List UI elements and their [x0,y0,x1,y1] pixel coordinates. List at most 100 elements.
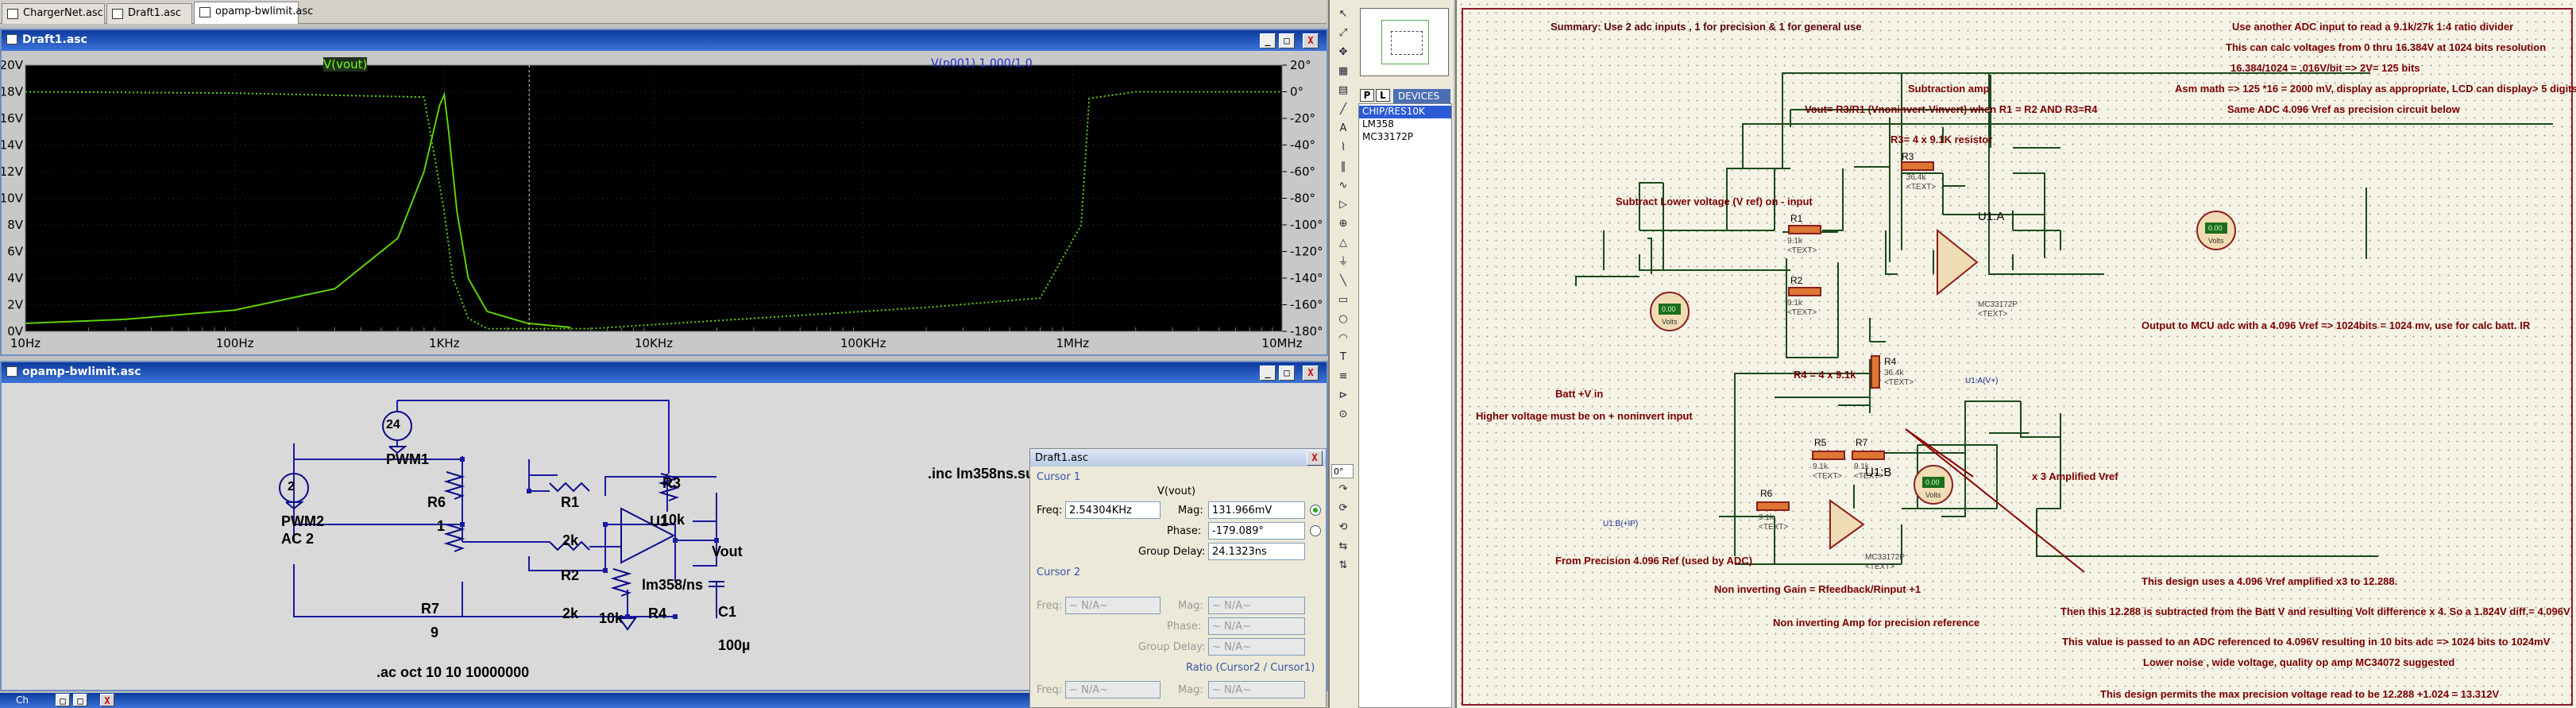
mag-field[interactable]: 131.966mV [1208,501,1305,519]
r6-label[interactable]: R6 [427,494,446,511]
r6-ref[interactable]: R6 [1760,488,1772,499]
noninv-amp-note[interactable]: Non inverting Amp for precision referenc… [1773,617,1979,629]
r5-ref[interactable]: R5 [1814,437,1826,448]
close-button[interactable]: X [1303,33,1319,48]
redo-icon[interactable]: ↷ [1334,482,1352,497]
r4-note[interactable]: R4 = 4 x 9.1k [1794,369,1856,381]
subtraction-eq[interactable]: Vout= R3/R1 (Vnoninvert-Vinvert) when R1… [1805,103,2098,115]
source-icon[interactable]: ⊕ [1334,216,1352,232]
restore-button[interactable]: □ [56,694,70,706]
phase2-field[interactable]: ~ N/A~ [1208,617,1305,635]
probe-icon[interactable]: ⊙ [1334,407,1352,423]
batt-label[interactable]: Batt +V in [1555,388,1603,400]
close-button[interactable]: X [1303,366,1319,381]
u1-label[interactable]: U1 [650,513,668,530]
circle-icon[interactable]: ○ [1334,311,1352,327]
r4-label[interactable]: R4 [648,605,666,622]
ac-directive[interactable]: .ac oct 10 10 10000000 [377,664,529,681]
mag2-field[interactable]: ~ N/A~ [1208,597,1305,614]
r7-label[interactable]: R7 [421,601,439,617]
higher-note[interactable]: Higher voltage must be on + noninvert in… [1476,410,1693,422]
r1-label[interactable]: R1 [561,494,579,511]
pwm1-label[interactable]: PWM1 [386,451,429,468]
r3-label[interactable]: R3 [662,475,681,492]
pwm2-label[interactable]: PWM2 [281,513,324,530]
pick-devices-button[interactable]: P [1360,89,1374,102]
bode-plot[interactable]: 20V18V16V14V12V10V8V6V4V2V0V20°0°-20°-40… [2,51,1327,354]
phase-radio[interactable] [1310,525,1321,536]
opamp-icon[interactable]: △ [1334,235,1352,251]
tab-opamp-bwlimit[interactable]: opamp-bwlimit.asc [194,2,313,24]
library-button[interactable]: L [1376,89,1390,102]
r3-note[interactable]: R3= 4 x 9.1K resistor [1890,133,1992,145]
hand-icon[interactable]: ▦ [1334,64,1352,79]
capacitor-icon[interactable]: ‖ [1334,159,1352,175]
freq2-field[interactable]: ~ N/A~ [1065,597,1161,614]
maximize-button[interactable]: □ [1279,33,1295,48]
close-button[interactable]: X [100,694,114,706]
flip-icon[interactable]: ⇅ [1334,558,1352,574]
right-note-1[interactable]: Use another ADC input to read a 9.1k/27k… [2232,21,2513,33]
u1b-ref[interactable]: U1:B [1865,466,1891,479]
gain-note[interactable]: Non inverting Gain = Rfeedback/Rinput +1 [1714,583,1921,595]
output-note[interactable]: Output to MCU adc with a 4.096 Vref => 1… [2142,319,2530,331]
freq3-field[interactable]: ~ N/A~ [1065,681,1161,698]
rotation-field[interactable]: 0° [1331,464,1354,478]
inc-directive[interactable]: .inc lm358ns.sub [928,466,1043,482]
bus-icon[interactable]: ≡ [1334,369,1352,385]
line-icon[interactable]: ╲ [1334,273,1352,289]
zoom-fit-icon[interactable]: ⤢ [1334,25,1352,41]
r2-label[interactable]: R2 [561,567,579,584]
minimize-button[interactable]: _ [1260,33,1276,48]
freq-field[interactable]: 2.54304KHz [1065,501,1161,519]
rotate-ccw-icon[interactable]: ⟲ [1334,520,1352,536]
subtract-note[interactable]: Subtract Lower voltage (V ref) on - inpu… [1616,195,1813,207]
device-item[interactable]: CHIP/RES10K [1359,106,1451,118]
r1-ref[interactable]: R1 [1790,213,1802,224]
u1b-probe[interactable]: U1:B(+IP) [1603,520,1638,528]
r3-ref[interactable]: R3 [1902,151,1914,162]
minimize-button[interactable]: _ [1260,366,1276,381]
pan-icon[interactable]: ✥ [1334,44,1352,60]
mirror-icon[interactable]: ⇆ [1334,539,1352,555]
mag-radio[interactable] [1310,505,1321,516]
summary-note[interactable]: Summary: Use 2 adc inputs , 1 for precis… [1551,21,1862,33]
terminal-icon[interactable]: ⊳ [1334,388,1352,404]
tab-chargernet[interactable]: ChargerNet.asc [2,3,105,24]
tab-draft1[interactable]: Draft1.asc [106,3,192,24]
text-icon[interactable]: T [1334,350,1352,366]
design-note-2[interactable]: Then this 12.288 is subtracted from the … [2060,605,2570,617]
maximize-button[interactable]: □ [1279,366,1295,381]
ground-icon[interactable]: ⏚ [1334,254,1352,270]
r4-ref[interactable]: R4 [1884,356,1896,367]
design-note-5[interactable]: This design permits the max precision vo… [2100,688,2499,700]
trace-label[interactable]: V(vout) [323,57,368,72]
right-note-4[interactable]: Asm math => 125 *16 = 2000 mV, display a… [2175,83,2576,95]
r7-ref[interactable]: R7 [1856,437,1867,448]
precision-ref-note[interactable]: From Precision 4.096 Ref (used by ADC) [1555,555,1752,567]
mag3-field[interactable]: ~ N/A~ [1208,681,1305,698]
label-icon[interactable]: A [1334,121,1352,137]
proteus-canvas[interactable]: Summary: Use 2 adc inputs , 1 for precis… [1455,0,2576,708]
grid-icon[interactable]: ▤ [1334,83,1352,99]
wire-icon[interactable]: ╱ [1334,102,1352,118]
rect-icon[interactable]: ▭ [1334,292,1352,308]
inductor-icon[interactable]: ∿ [1334,178,1352,194]
resistor-icon[interactable]: ⌇ [1334,140,1352,156]
c1-label[interactable]: C1 [718,604,736,621]
subtraction-title[interactable]: Subtraction amp [1908,83,1990,95]
group-delay-field[interactable]: 24.1323ns [1208,543,1305,560]
u1a-probe[interactable]: U1:A(V+) [1965,377,1998,385]
vout-label[interactable]: Vout [712,544,743,560]
maximize-button[interactable]: □ [73,694,87,706]
design-note-3[interactable]: This value is passed to an ADC reference… [2062,636,2550,648]
design-note-1[interactable]: This design uses a 4.096 Vref amplified … [2142,575,2397,587]
amplified-note[interactable]: x 3 Amplified Vref [2032,470,2118,482]
close-button[interactable]: X [1307,451,1323,466]
u1a-ref[interactable]: U1:A [1978,210,2004,223]
right-note-3[interactable]: 16.384/1024 = .016V/bit => 2V= 125 bits [2230,62,2420,74]
group-delay2-field[interactable]: ~ N/A~ [1208,638,1305,656]
device-item[interactable]: LM358 [1359,118,1451,131]
right-note-2[interactable]: This can calc voltages from 0 thru 16.38… [2226,41,2546,53]
right-note-5[interactable]: Same ADC 4.096 Vref as precision circuit… [2227,103,2460,115]
